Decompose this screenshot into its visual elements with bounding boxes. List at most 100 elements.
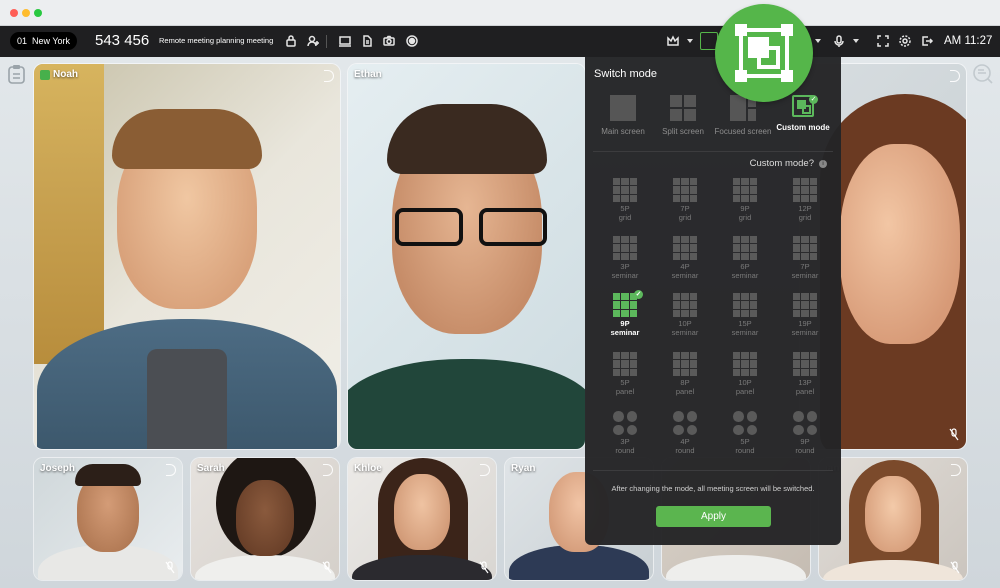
fullscreen-icon[interactable]	[874, 32, 892, 50]
layout-option[interactable]: 4P round	[660, 411, 710, 455]
document-icon[interactable]	[358, 32, 376, 50]
layout-type: seminar	[671, 271, 699, 280]
layout-size: 3P	[620, 437, 630, 446]
room-location-pill[interactable]: 01 New York	[10, 32, 78, 50]
layout-option[interactable]: 3P round	[600, 411, 650, 455]
invite-icon[interactable]	[304, 32, 322, 50]
layout-option[interactable]: 10P panel	[720, 352, 770, 396]
ear-icon[interactable]	[166, 464, 176, 476]
video-tile-ethan[interactable]: Ethan	[348, 64, 585, 449]
layout-option[interactable]: 5P grid	[600, 178, 650, 222]
layout-type: seminar	[610, 328, 640, 337]
layout-panel-icon	[733, 352, 757, 376]
layout-size: 6P	[740, 262, 750, 271]
muted-microphone-icon	[479, 561, 489, 574]
layout-size: 12P	[798, 204, 812, 213]
ear-icon[interactable]	[480, 464, 490, 476]
layout-panel-icon	[673, 352, 697, 376]
layout-option[interactable]: 8P panel	[660, 352, 710, 396]
layout-option[interactable]: 10P seminar	[660, 293, 710, 337]
layout-round-icon	[793, 411, 817, 435]
layout-type: panel	[795, 387, 815, 396]
layout-size: 5P	[620, 204, 630, 213]
video-tile-ian[interactable]: ian	[819, 458, 967, 580]
layout-round-icon	[733, 411, 757, 435]
layout-option[interactable]: 12P grid	[780, 178, 830, 222]
mode-main-screen[interactable]: Main screen	[593, 95, 653, 136]
layout-option[interactable]: 5P round	[720, 411, 770, 455]
layout-option[interactable]: 19P seminar	[780, 293, 830, 337]
screen-share-icon[interactable]	[336, 32, 354, 50]
layout-option[interactable]: 13P panel	[780, 352, 830, 396]
layout-seminar-icon	[673, 236, 697, 260]
layout-option[interactable]: 6P seminar	[720, 236, 770, 280]
layout-size: 5P	[620, 378, 630, 387]
layout-type: grid	[678, 213, 692, 222]
custom-mode-help[interactable]: Custom mode? i	[750, 158, 827, 169]
layout-seminar-icon	[613, 236, 637, 260]
camera-icon[interactable]	[380, 32, 398, 50]
layout-option[interactable]: 9P seminar ✓	[600, 290, 650, 337]
switch-mode-note: After changing the mode, all meeting scr…	[611, 484, 815, 493]
layout-option[interactable]: 3P seminar	[600, 236, 650, 280]
layout-seminar-icon	[793, 293, 817, 317]
clipboard-icon[interactable]	[6, 63, 28, 85]
chat-icon[interactable]	[972, 63, 994, 85]
layout-type: panel	[675, 387, 695, 396]
layout-grid-icon	[793, 178, 817, 202]
custom-help-label: Custom mode?	[749, 158, 814, 169]
ear-icon[interactable]	[950, 70, 960, 82]
layout-option[interactable]: 5P panel	[600, 352, 650, 396]
window-titlebar	[0, 0, 1000, 26]
microphone-dropdown-caret[interactable]	[853, 39, 859, 43]
exit-icon[interactable]	[918, 32, 936, 50]
maximize-window-button[interactable]	[34, 9, 42, 17]
layout-option[interactable]: 7P seminar	[780, 236, 830, 280]
layout-option[interactable]: 9P grid	[720, 178, 770, 222]
layout-size: 19P	[798, 319, 812, 328]
muted-microphone-icon	[949, 428, 959, 441]
video-tile-joseph[interactable]: Joseph	[34, 458, 182, 580]
layout-option[interactable]: 15P seminar	[720, 293, 770, 337]
layout-size: 10P	[678, 319, 692, 328]
layout-option[interactable]: 4P seminar	[660, 236, 710, 280]
video-tile-noah[interactable]: Noah	[34, 64, 340, 449]
layout-type: panel	[735, 387, 755, 396]
panel-title: Switch mode	[594, 68, 657, 80]
layout-grid-icon	[673, 178, 697, 202]
apply-button[interactable]: Apply	[656, 506, 771, 527]
microphone-icon[interactable]	[830, 32, 848, 50]
ear-icon[interactable]	[951, 464, 961, 476]
mode-split-screen[interactable]: Split screen	[653, 95, 713, 136]
layout-type: seminar	[731, 328, 759, 337]
layout-option[interactable]: 7P grid	[660, 178, 710, 222]
video-tile-sarah[interactable]: Sarah	[191, 458, 339, 580]
video-tile-khloe[interactable]: Khloe	[348, 458, 496, 580]
crown-icon[interactable]	[664, 32, 682, 50]
ear-icon[interactable]	[324, 70, 334, 82]
meeting-title: Remote meeting planning meeting	[159, 36, 274, 45]
layout-mode-icon-magnified	[715, 4, 813, 102]
layout-grid-icon	[733, 178, 757, 202]
layout-dropdown-caret[interactable]	[815, 39, 821, 43]
layout-option[interactable]: 9P round	[780, 411, 830, 455]
participant-name: Noah	[53, 69, 78, 80]
lock-icon[interactable]	[282, 32, 300, 50]
gear-icon[interactable]	[896, 32, 914, 50]
layout-seminar-icon	[673, 293, 697, 317]
ear-icon[interactable]	[323, 464, 333, 476]
layout-type: grid	[798, 213, 812, 222]
close-window-button[interactable]	[10, 9, 18, 17]
participant-name: Ryan	[511, 463, 536, 474]
layout-seminar-icon	[613, 293, 637, 317]
layout-size: 4P	[680, 262, 690, 271]
layout-type: round	[735, 446, 755, 455]
layout-grid-icon	[613, 178, 637, 202]
layout-size: 7P	[800, 262, 810, 271]
minimize-window-button[interactable]	[22, 9, 30, 17]
layout-size: 10P	[738, 378, 752, 387]
crown-dropdown-caret[interactable]	[687, 39, 693, 43]
layout-type: round	[615, 446, 635, 455]
layout-type: grid	[618, 213, 632, 222]
record-icon[interactable]	[403, 32, 421, 50]
